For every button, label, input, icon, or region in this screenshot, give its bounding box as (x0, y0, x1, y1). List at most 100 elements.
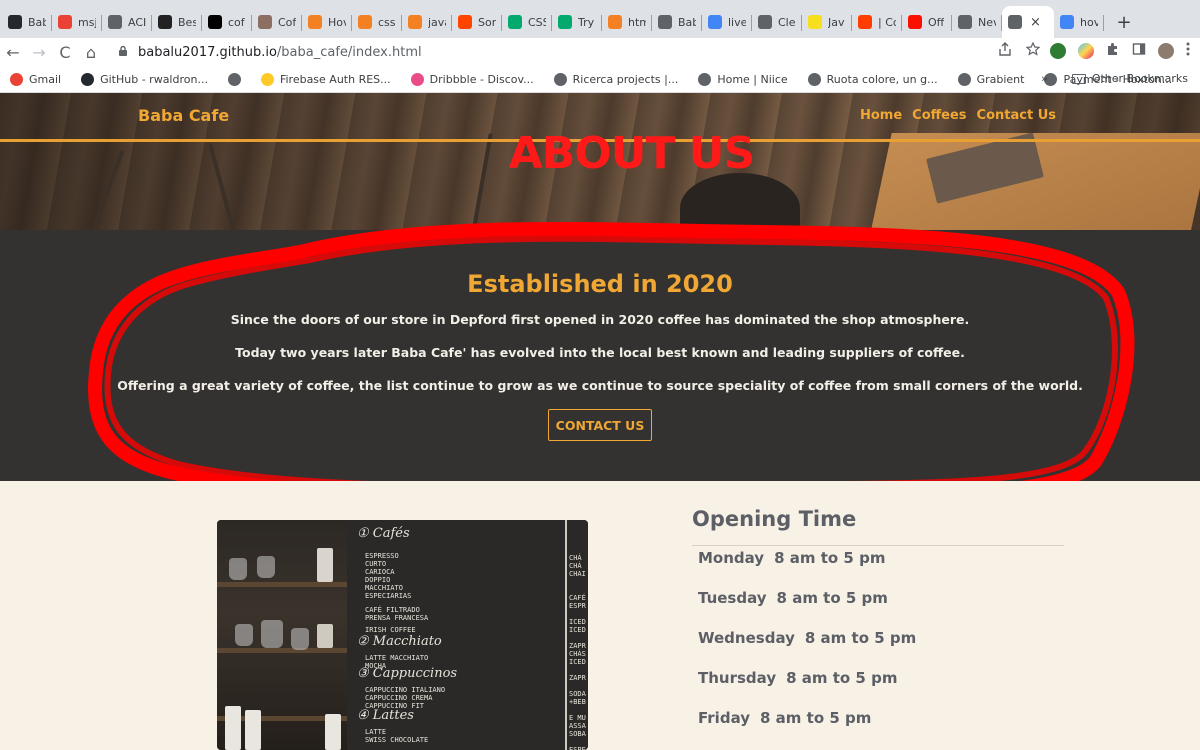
other-bookmarks[interactable]: Other Bookmarks (1071, 72, 1188, 85)
browser-tab[interactable]: Sor (452, 6, 502, 38)
extension-green-icon[interactable] (1050, 43, 1066, 59)
board-text: IRISH COFFEE (365, 626, 416, 634)
board-text: ESPRESSO CURTO CARIOCA DOPPIO MACCHIATO … (365, 552, 412, 600)
browser-tab[interactable]: Cle (752, 6, 802, 38)
browser-tab[interactable]: CSS (502, 6, 552, 38)
gmail-icon (58, 15, 72, 29)
home-button[interactable]: ⌂ (78, 43, 104, 62)
bookmarks-overflow[interactable]: » (1041, 72, 1048, 85)
bookmark-item[interactable]: Dribbble - Discov... (410, 72, 534, 86)
browser-tab[interactable]: css (352, 6, 402, 38)
back-button[interactable]: ← (0, 43, 26, 62)
browser-tab[interactable]: ACI (102, 6, 152, 38)
github-icon (81, 72, 95, 86)
browser-tab[interactable]: × (1002, 6, 1054, 38)
new-tab-button[interactable]: + (1110, 6, 1138, 38)
bookmark-item[interactable]: Home | Niice (698, 72, 788, 86)
globe-icon (1008, 15, 1022, 29)
contact-us-button[interactable]: CONTACT US (548, 409, 652, 441)
globe-icon (807, 72, 821, 86)
puzzle-icon[interactable] (1106, 42, 1120, 60)
board-heading: ① Cafés (357, 526, 410, 541)
browser-tab[interactable]: Bab (652, 6, 702, 38)
bookmark-label: Grabient (976, 72, 1025, 86)
w3schools-icon (558, 15, 572, 29)
board-divider (565, 520, 567, 750)
about-paragraph-2: Today two years later Baba Cafe' has evo… (235, 345, 965, 360)
bookmark-label: Home | Niice (717, 72, 788, 86)
browser-tab[interactable]: live (702, 6, 752, 38)
menu-icon[interactable] (1186, 42, 1190, 60)
site-brand[interactable]: Baba Cafe (138, 106, 229, 125)
globe-icon (958, 15, 972, 29)
w3schools-icon (508, 15, 522, 29)
opening-hours: Opening Time (692, 507, 1064, 546)
browser-tab[interactable]: Jav (802, 6, 852, 38)
hours-day: Friday (698, 709, 751, 727)
cnet-icon (158, 15, 172, 29)
tab-title: Off (928, 15, 945, 29)
tab-title: Cle (778, 15, 796, 29)
browser-tab[interactable]: Nev (952, 6, 1002, 38)
bookmark-item[interactable]: Ruota colore, un g... (807, 72, 938, 86)
sidepanel-icon[interactable] (1132, 42, 1146, 60)
browser-tab[interactable]: htm (602, 6, 652, 38)
forward-button[interactable]: → (26, 43, 52, 62)
tab-title: java (428, 15, 446, 29)
reload-button[interactable]: C (52, 43, 78, 62)
menu-chalkboard: ① Cafés ESPRESSO CURTO CARIOCA DOPPIO MA… (347, 520, 588, 750)
bookmark-item[interactable]: Ricerca projects |... (553, 72, 678, 86)
google-icon (708, 15, 722, 29)
browser-tab[interactable]: Off (902, 6, 952, 38)
bookmark-star-icon[interactable] (1025, 41, 1041, 60)
browser-tab[interactable]: cof (202, 6, 252, 38)
opening-hours-heading: Opening Time (692, 507, 857, 531)
hours-day: Thursday (698, 669, 777, 687)
browser-tab[interactable]: Cof (252, 6, 302, 38)
hero-title: ABOUT US (508, 128, 755, 179)
browser-tab[interactable]: hov (1054, 6, 1104, 38)
share-icon[interactable] (998, 42, 1012, 60)
bookmark-item[interactable]: Firebase Auth RES... (260, 72, 391, 86)
tab-title: Nev (978, 15, 996, 29)
board-text: CAPPUCCINO ITALIANO CAPPUCCINO CREMA CAP… (365, 686, 446, 710)
hours-row: Tuesday 8 am to 5 pm (698, 589, 888, 607)
extension-heart-icon[interactable] (1078, 43, 1094, 59)
globe-icon (957, 72, 971, 86)
board-heading: ③ Cappuccinos (357, 666, 458, 681)
lock-icon (118, 45, 128, 60)
browser-tab[interactable]: | Cc (852, 6, 902, 38)
board-text: CHÁ CHÁ CHAI CAFÉ ESPR ICED ICED ZAPR CH… (569, 554, 586, 750)
url-host: babalu2017.github.io (138, 44, 277, 60)
globe-icon (108, 15, 122, 29)
lower-section: ① Cafés ESPRESSO CURTO CARIOCA DOPPIO MA… (0, 481, 1200, 750)
circle-icon (858, 15, 872, 29)
coffee-icon (258, 15, 272, 29)
hero-banner: Baba Cafe Home Coffees Contact Us ABOUT … (0, 93, 1200, 230)
bookmark-label: Dribbble - Discov... (429, 72, 534, 86)
address-bar[interactable]: babalu2017.github.io/baba_cafe/index.htm… (108, 40, 1030, 64)
browser-tab[interactable]: Bab (2, 6, 52, 38)
cafe-menu-photo: ① Cafés ESPRESSO CURTO CARIOCA DOPPIO MA… (217, 520, 588, 750)
about-paragraph-1: Since the doors of our store in Depford … (230, 312, 970, 327)
bookmark-item[interactable] (227, 72, 241, 86)
tab-title: Bab (28, 15, 46, 29)
nav-coffees[interactable]: Coffees (912, 108, 966, 123)
bookmark-item[interactable]: GitHub - rwaldron... (81, 72, 208, 86)
browser-tab[interactable]: java (402, 6, 452, 38)
browser-tab[interactable]: Hov (302, 6, 352, 38)
hours-day: Wednesday (698, 629, 795, 647)
bookmark-item[interactable]: Gmail (10, 72, 61, 86)
nav-contact-us[interactable]: Contact Us (977, 108, 1056, 123)
tab-title: Bes (178, 15, 196, 29)
browser-tab[interactable]: msj (52, 6, 102, 38)
avatar[interactable] (1158, 43, 1174, 59)
hours-day: Monday (698, 549, 765, 567)
browser-tab[interactable]: Bes (152, 6, 202, 38)
browser-tab[interactable]: Try (552, 6, 602, 38)
nav-home[interactable]: Home (860, 108, 902, 123)
close-tab-icon[interactable]: × (1030, 15, 1041, 30)
hours-time: 8 am to 5 pm (804, 629, 917, 647)
bookmark-item[interactable]: Grabient (957, 72, 1025, 86)
gmail-icon (10, 72, 23, 86)
